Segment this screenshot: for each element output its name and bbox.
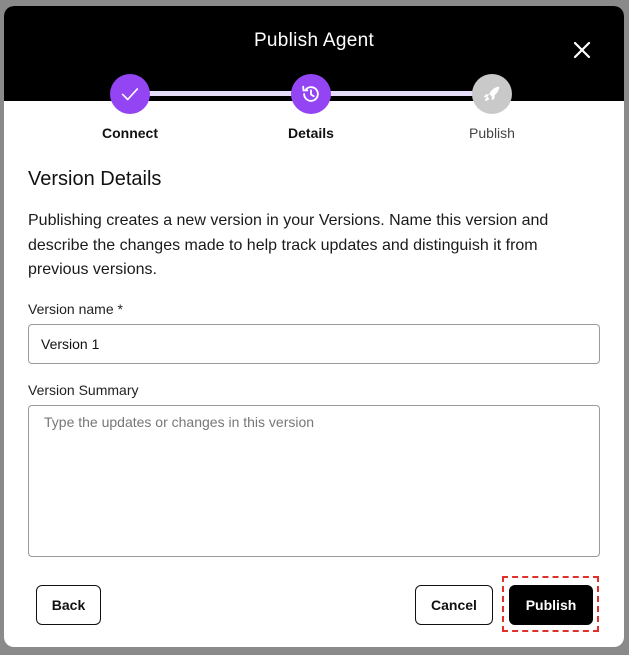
back-button[interactable]: Back (36, 585, 101, 625)
dialog-title: Publish Agent (253, 30, 375, 51)
step-publish-indicator (472, 74, 512, 114)
step-connect-label: Connect (102, 125, 158, 141)
section-title: Version Details (28, 168, 162, 190)
version-name-label: Version name * (28, 301, 123, 317)
step-details-label: Details (288, 125, 334, 141)
step-publish: Publish (432, 74, 552, 141)
rocket-icon (483, 86, 500, 101)
close-icon (573, 41, 591, 59)
close-button[interactable] (570, 38, 594, 62)
check-icon (121, 88, 139, 101)
publish-agent-dialog: Publish Agent Connect Details Publish Ve… (4, 6, 624, 647)
cancel-button[interactable]: Cancel (415, 585, 493, 625)
history-icon (302, 85, 319, 102)
step-connect-indicator (110, 74, 150, 114)
version-summary-textarea[interactable] (28, 405, 600, 557)
publish-button[interactable]: Publish (509, 585, 593, 625)
step-connect: Connect (70, 74, 190, 141)
step-details: Details (251, 74, 371, 141)
step-publish-label: Publish (469, 125, 515, 141)
version-name-input[interactable] (28, 324, 600, 364)
section-description: Publishing creates a new version in your… (28, 212, 549, 278)
version-summary-label: Version Summary (28, 382, 139, 398)
step-details-indicator (291, 74, 331, 114)
